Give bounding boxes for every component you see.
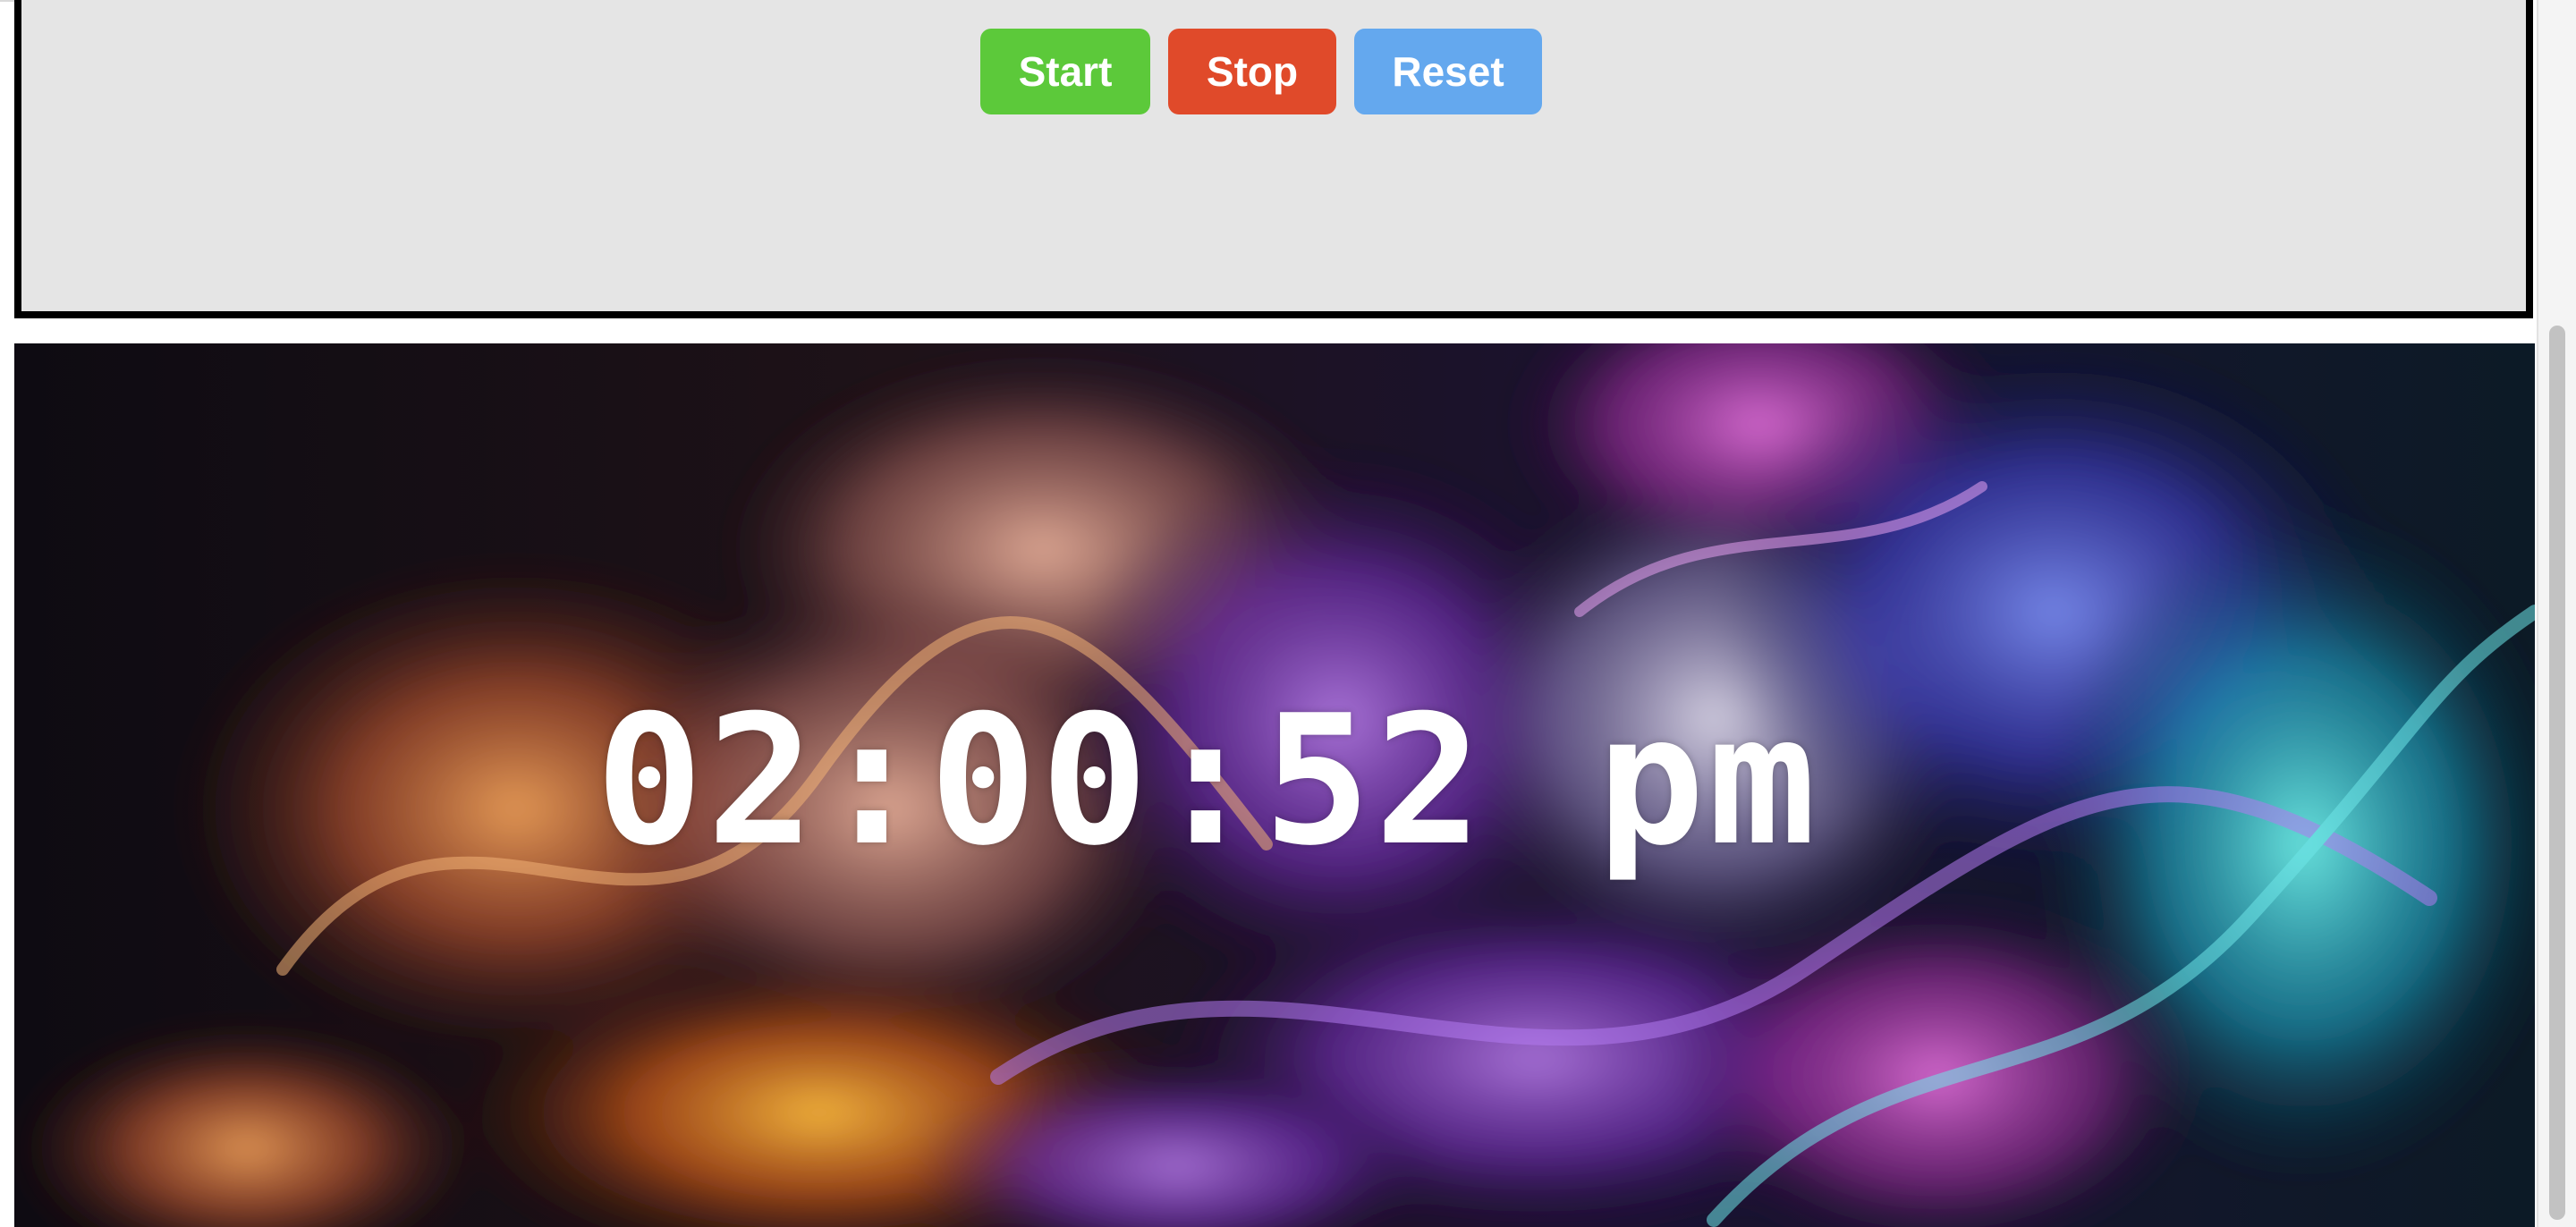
scrollbar-thumb[interactable]	[2549, 326, 2565, 1220]
reset-button[interactable]: Reset	[1354, 29, 1542, 114]
clock-display: 02:00:52 pm	[595, 677, 1820, 885]
start-button[interactable]: Start	[980, 29, 1150, 114]
controls-row: Start Stop Reset	[0, 29, 2576, 114]
vertical-scrollbar[interactable]	[2537, 0, 2576, 1227]
clock-banner: 02:00:52 pm	[14, 343, 2535, 1227]
page: Start Stop Reset 02:00:52 pm	[0, 0, 2576, 1227]
stop-button[interactable]: Stop	[1168, 29, 1336, 114]
